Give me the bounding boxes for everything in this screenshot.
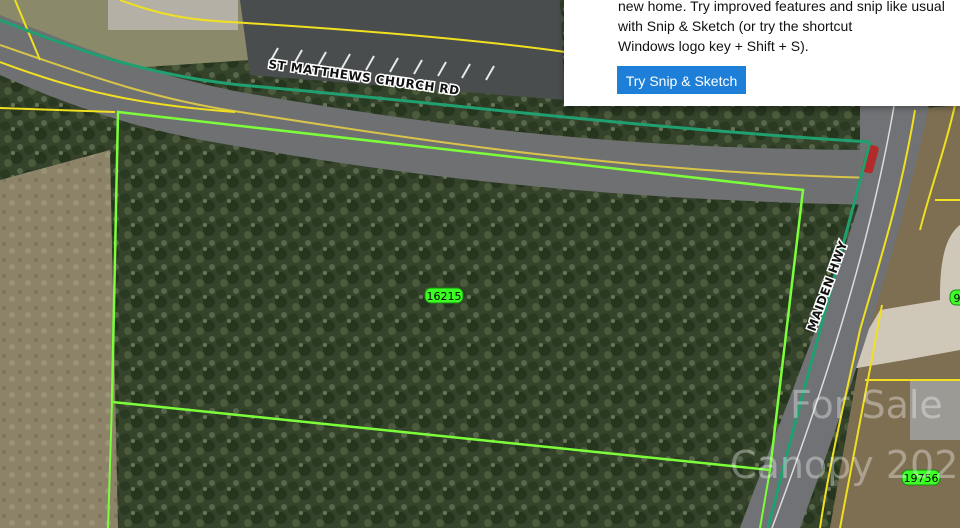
snip-sketch-notification: new home. Try improved features and snip… (564, 0, 960, 106)
notification-line: Windows logo key + Shift + S). (618, 38, 809, 54)
watermark-for-sale: For Sale (790, 383, 943, 427)
parcel-id-9: 9 (954, 292, 960, 305)
notification-line: new home. Try improved features and snip… (618, 0, 945, 14)
open-field (0, 150, 118, 528)
parcel-id-16215: 16215 (427, 290, 462, 303)
parcel-id-label[interactable]: 9 (949, 289, 960, 306)
parcel-id-label[interactable]: 16215 (424, 287, 464, 304)
map-view[interactable]: ST MATTHEWS CHURCH RD MAIDEN HWY 16215 1… (0, 0, 960, 528)
watermark-canopy: Canopy 2021 (730, 443, 960, 487)
notification-line: with Snip & Sketch (or try the shortcut (618, 18, 853, 34)
try-snip-sketch-button[interactable]: Try Snip & Sketch (617, 66, 746, 94)
notification-message: new home. Try improved features and snip… (618, 0, 954, 56)
